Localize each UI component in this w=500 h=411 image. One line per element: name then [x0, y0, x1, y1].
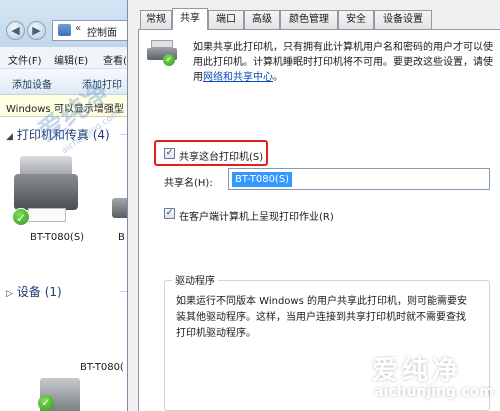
brand-watermark: 爱纯净 [372, 356, 463, 386]
explorer-titlebar: ◀ ▶ « 控制面 [0, 0, 142, 47]
back-arrow-icon: ◀ [11, 24, 20, 37]
collapse-arrow-icon: ◢ [6, 132, 13, 142]
third-printer-check-icon: ✓ [38, 395, 54, 411]
breadcrumb-separator: « [75, 23, 82, 34]
render-jobs-checkbox[interactable]: ✓ [164, 208, 175, 219]
tab-advanced[interactable]: 高级 [244, 10, 280, 29]
tab-sharing[interactable]: 共享 [172, 8, 208, 30]
drivers-description: 如果运行不同版本 Windows 的用户共享此打印机，则可能需要安 装其他驱动程… [176, 296, 467, 339]
menu-file[interactable]: 文件(F) [8, 52, 42, 67]
menu-view[interactable]: 查看( [103, 52, 127, 67]
share-name-input[interactable]: BT-T080(S) [228, 168, 490, 190]
explorer-window: ◀ ▶ « 控制面 文件(F) 编辑(E) 查看( 添加设备 添加打印 Wind… [0, 0, 142, 411]
shared-printer-icon: ✓ [147, 40, 177, 66]
render-jobs-label[interactable]: 在客户端计算机上呈现打印作业(R) [179, 208, 334, 223]
printer-icon-body [14, 174, 78, 210]
group-devices-label: 设备 (1) [16, 285, 62, 299]
expand-arrow-icon: ▷ [6, 289, 13, 299]
tab-general[interactable]: 常规 [140, 10, 172, 29]
tab-color-management[interactable]: 颜色管理 [280, 10, 338, 29]
group-devices-header[interactable]: ▷ 设备 (1) [6, 283, 62, 300]
brand-logo-icon [315, 346, 365, 396]
address-text: 控制面 [87, 28, 117, 39]
control-panel-icon [58, 24, 71, 36]
add-device-button[interactable]: 添加设备 [12, 76, 52, 91]
menu-edit[interactable]: 编辑(E) [54, 52, 88, 67]
back-button[interactable]: ◀ [6, 21, 25, 40]
forward-arrow-icon: ▶ [32, 24, 41, 37]
forward-button[interactable]: ▶ [27, 21, 46, 40]
third-printer-label: BT-T080( [80, 362, 124, 373]
intro-line-2: 用此打印机。计算机睡眠时打印机将不可用。要更改这些设置，请使 [193, 57, 493, 68]
share-name-value: BT-T080(S) [232, 172, 293, 187]
drivers-group-title: 驱动程序 [172, 272, 218, 287]
intro-line-1: 如果共享此打印机，只有拥有此计算机用户名和密码的用户才可以使 [193, 42, 493, 53]
tab-ports[interactable]: 端口 [208, 10, 244, 29]
share-printer-checkbox[interactable]: ✓ [164, 148, 175, 159]
share-printer-label[interactable]: 共享这台打印机(S) [179, 148, 263, 163]
menu-bar: 文件(F) 编辑(E) 查看( [0, 47, 140, 69]
tab-security[interactable]: 安全 [338, 10, 374, 29]
intro-line-3: 用网络和共享中心。 [193, 72, 283, 83]
brand-watermark-url: aichunjing.com [374, 384, 494, 400]
default-printer-check-icon: ✓ [12, 208, 30, 226]
share-name-label: 共享名(H): [164, 178, 213, 189]
sharing-intro-text: 如果共享此打印机，只有拥有此计算机用户名和密码的用户才可以使 用此打印机。计算机… [193, 40, 497, 85]
printer-label[interactable]: BT-T080(S) [30, 232, 84, 243]
printer-paper [28, 208, 66, 222]
second-printer-label[interactable]: B [118, 232, 125, 243]
network-sharing-center-link[interactable]: 网络和共享中心 [203, 72, 273, 83]
tab-device-settings[interactable]: 设备设置 [374, 10, 432, 29]
